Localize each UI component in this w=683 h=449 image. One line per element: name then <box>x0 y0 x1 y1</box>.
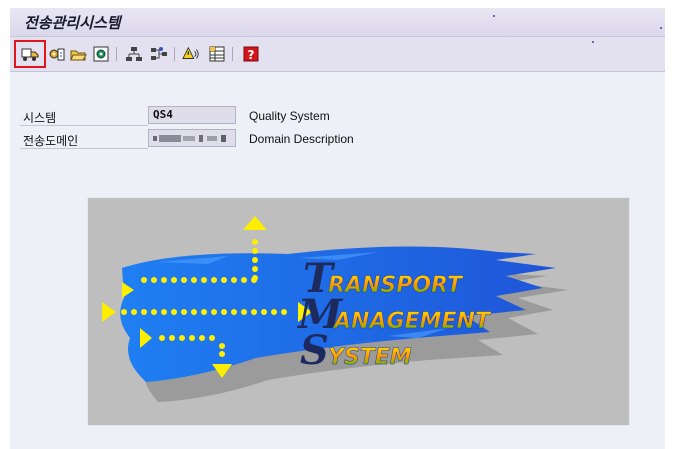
system-field[interactable]: QS4 <box>148 106 236 124</box>
overview-icon <box>93 46 109 62</box>
sap-window: 전송관리시스템 ? 시스템 QS4 Quality System 전송도메인 D… <box>10 8 665 449</box>
routes-button[interactable] <box>150 45 168 63</box>
label-underline <box>20 125 148 126</box>
help-button[interactable]: ? <box>242 45 260 63</box>
application-toolbar: ? <box>10 37 665 72</box>
title-bar: 전송관리시스템 <box>10 8 665 37</box>
logo-word-ransport: RANSPORT <box>328 273 464 298</box>
alert-monitor-icon <box>182 46 199 59</box>
decor-dot <box>493 15 495 17</box>
logo-word-anagement: ANAGEMENT <box>332 309 492 334</box>
toolbar-separator <box>174 47 175 61</box>
table-icon <box>209 46 225 62</box>
domain-field[interactable] <box>148 129 236 147</box>
decor-dot <box>592 41 594 43</box>
system-description: Quality System <box>249 109 330 123</box>
toolbar-separator <box>116 47 117 61</box>
hierarchy-icon <box>126 47 142 61</box>
system-label: 시스템 <box>23 111 57 125</box>
logo-letter-s: S <box>300 327 329 374</box>
domain-label: 전송도메인 <box>23 134 79 148</box>
config-wizard-button[interactable] <box>48 45 66 63</box>
tms-logo: T RANSPORT M ANAGEMENT S YSTEM <box>87 197 630 426</box>
svg-text:?: ? <box>248 48 255 62</box>
hierarchy-button[interactable] <box>125 45 143 63</box>
alert-monitor-button[interactable] <box>182 45 200 63</box>
label-underline <box>20 148 148 149</box>
open-folder-button[interactable] <box>69 45 87 63</box>
help-icon: ? <box>243 46 259 62</box>
transport-button[interactable] <box>21 45 39 63</box>
table-button[interactable] <box>208 45 226 63</box>
tms-logo-graphic: T RANSPORT M ANAGEMENT S YSTEM <box>102 216 568 402</box>
toolbar-separator <box>232 47 233 61</box>
logo-word-ystem: YSTEM <box>328 345 412 370</box>
open-folder-icon <box>70 50 87 61</box>
domain-description: Domain Description <box>249 132 354 146</box>
decor-dot <box>660 27 662 29</box>
config-wizard-icon <box>49 48 65 61</box>
blurred-value-icon <box>153 135 226 142</box>
routes-icon <box>151 47 167 60</box>
window-title: 전송관리시스템 <box>24 14 121 32</box>
overview-button[interactable] <box>92 45 110 63</box>
transport-truck-icon <box>21 48 39 61</box>
